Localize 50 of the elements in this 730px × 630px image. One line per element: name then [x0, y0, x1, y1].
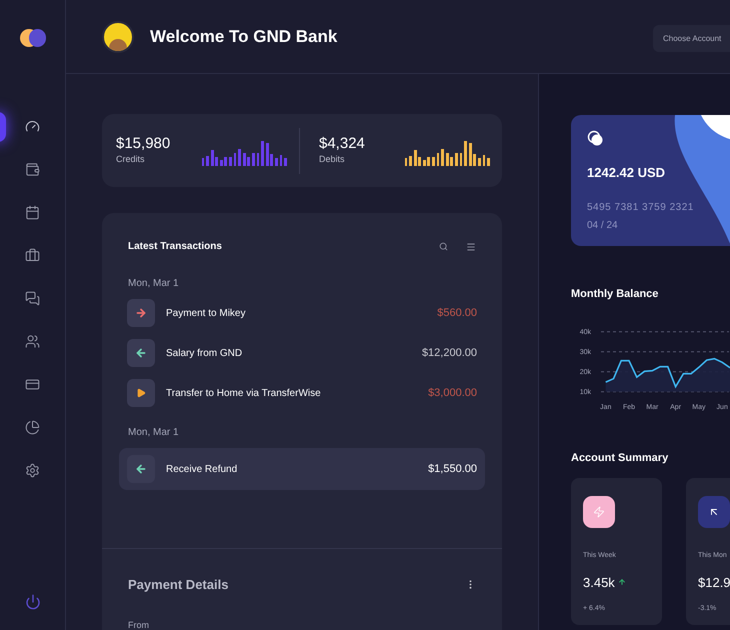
transaction-row[interactable]: Payment to Mikey $560.00	[119, 299, 485, 327]
transaction-row[interactable]: Transfer to Home via TransferWise $3,000.00	[119, 379, 485, 407]
settings-icon	[25, 463, 40, 478]
arrow-left-icon	[135, 347, 147, 359]
lightning-icon	[593, 506, 605, 518]
from-label: From	[128, 618, 150, 630]
transaction-name: Transfer to Home via TransferWise	[166, 386, 321, 400]
transaction-name: Receive Refund	[166, 462, 238, 476]
transaction-name: Payment to Mikey	[166, 306, 246, 320]
transaction-amount: $560.00	[437, 306, 477, 321]
card-number: 5495 7381 3759 2321	[587, 200, 695, 214]
page-title: Welcome To GND Bank	[150, 26, 338, 48]
section-title: Payment Details	[128, 576, 228, 594]
card-logo-icon	[587, 130, 604, 147]
arrow-icon	[708, 506, 720, 518]
users-icon	[25, 334, 40, 349]
transaction-amount: $3,000.00	[428, 386, 477, 401]
briefcase-icon	[25, 248, 40, 263]
calendar-icon	[25, 205, 40, 220]
transaction-name: Salary from GND	[166, 346, 242, 360]
menu-icon[interactable]	[466, 242, 476, 252]
pie-chart-icon	[25, 420, 40, 435]
wallet-icon	[25, 162, 40, 177]
choose-account-button[interactable]: Choose Account	[653, 25, 730, 52]
section-title: Monthly Balance	[571, 287, 660, 302]
section-title: Latest Transactions	[128, 240, 222, 254]
card-balance: 1242.42 USD	[587, 164, 666, 182]
arrow-left-icon	[135, 463, 147, 475]
avatar	[102, 20, 134, 52]
chat-icon	[25, 291, 40, 306]
stat-label: Debits	[319, 152, 346, 166]
power-icon[interactable]	[24, 594, 40, 610]
summary-value: 3.45k	[583, 574, 615, 592]
stat-value: $15,980	[116, 134, 170, 153]
card-expiry: 04 / 24	[587, 218, 619, 232]
date-label: Mon, Mar 1	[127, 426, 180, 440]
transaction-amount: $1,550.00	[428, 462, 477, 477]
transaction-row[interactable]: Receive Refund $1,550.00	[119, 448, 485, 490]
logo-icon	[20, 29, 46, 47]
summary-value: $12.9	[698, 574, 730, 592]
stat-value: $4,324	[319, 134, 365, 153]
stat-label: Credits	[116, 152, 146, 166]
date-label: Mon, Mar 1	[127, 277, 180, 291]
arrow-right-icon	[135, 307, 147, 319]
transaction-row[interactable]: Salary from GND $12,200.00	[119, 339, 485, 367]
section-title: Account Summary	[571, 450, 670, 466]
gauge-icon	[25, 119, 40, 134]
credit-card-icon	[25, 377, 40, 392]
search-icon[interactable]	[439, 242, 448, 251]
transaction-amount: $12,200.00	[422, 346, 477, 361]
